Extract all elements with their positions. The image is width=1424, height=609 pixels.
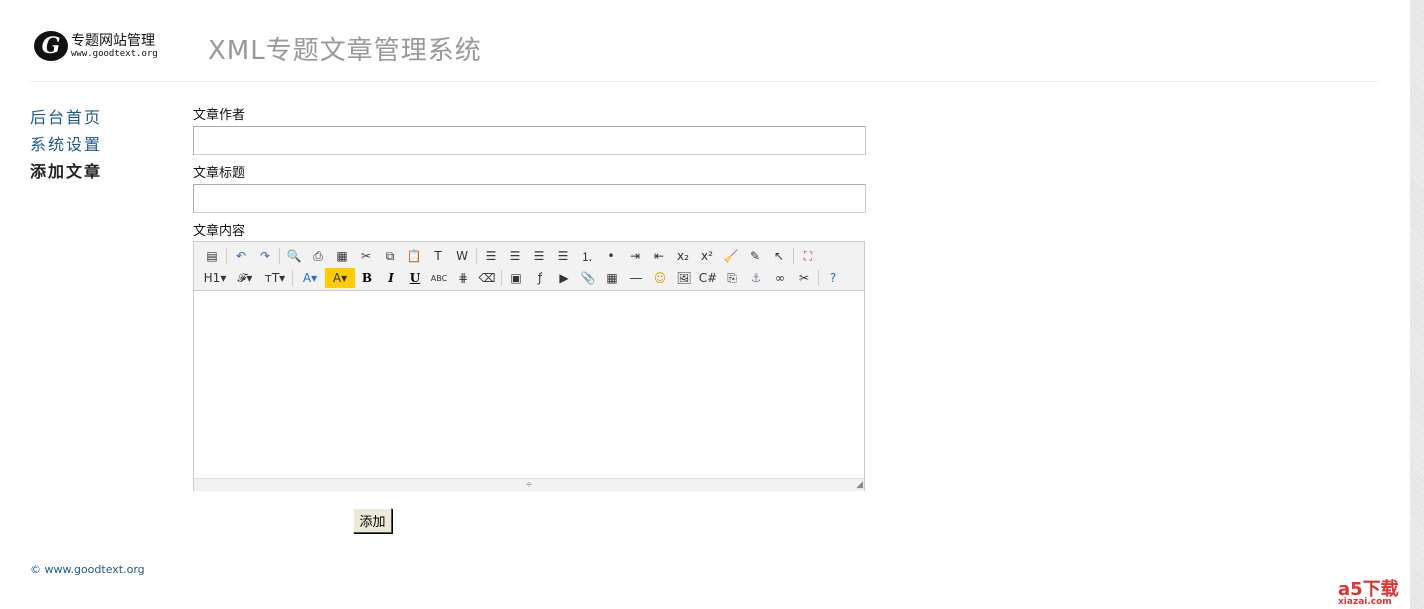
toolbar-separator bbox=[226, 248, 227, 264]
article-form: 文章作者 文章标题 文章内容 ▤ ↶ ↷ 🔍 ⎙ ▦ ✂ ⧉ 📋 T W ☰ ☰ ☰ ☰ ⒈ • ⇥ ⇤ x₂ x² 🧹 ✎… bbox=[193, 106, 866, 491]
toolbar-separator bbox=[279, 248, 280, 264]
anchor-icon[interactable]: ⚓ bbox=[744, 268, 768, 288]
toolbar-separator bbox=[793, 248, 794, 264]
unlink-icon[interactable]: ✂ bbox=[792, 268, 816, 288]
bold-icon[interactable]: B bbox=[355, 268, 379, 288]
outdent-icon[interactable]: ⇤ bbox=[647, 246, 671, 266]
select-icon[interactable]: ↖ bbox=[767, 246, 791, 266]
highlight-icon[interactable]: A▾ bbox=[325, 268, 355, 288]
nav-add-article[interactable]: 添加文章 bbox=[30, 158, 102, 185]
header-divider bbox=[30, 81, 1378, 82]
link-icon[interactable]: ∞ bbox=[768, 268, 792, 288]
superscript-icon[interactable]: x² bbox=[695, 246, 719, 266]
title-input[interactable] bbox=[193, 184, 866, 213]
select-all-icon[interactable]: ▦ bbox=[330, 246, 354, 266]
heading-icon[interactable]: H1▾ bbox=[200, 268, 230, 288]
fullscreen-icon[interactable]: ⛶ bbox=[796, 246, 820, 266]
cut-icon[interactable]: ✂ bbox=[354, 246, 378, 266]
add-button[interactable]: 添加 bbox=[353, 508, 392, 533]
redo-icon[interactable]: ↷ bbox=[253, 246, 277, 266]
remove-format-icon[interactable]: ⌫ bbox=[475, 268, 499, 288]
title-label: 文章标题 bbox=[193, 166, 246, 181]
flash-icon[interactable]: ƒ bbox=[528, 268, 552, 288]
author-input[interactable] bbox=[193, 126, 866, 155]
align-right-icon[interactable]: ☰ bbox=[527, 246, 551, 266]
watermark-logo: a5下载 xiazai.com bbox=[1338, 579, 1399, 607]
logo-url: www.goodtext.org bbox=[71, 48, 158, 59]
footer-copyright[interactable]: © www.goodtext.org bbox=[30, 563, 145, 576]
page-break-icon[interactable]: ⎘ bbox=[720, 268, 744, 288]
indent-icon[interactable]: ⇥ bbox=[623, 246, 647, 266]
toolbar-separator bbox=[818, 270, 819, 286]
paste-icon[interactable]: 📋 bbox=[402, 246, 426, 266]
resize-icon[interactable]: ÷ bbox=[525, 480, 533, 490]
content-label: 文章内容 bbox=[193, 224, 246, 239]
font-size-icon[interactable]: тT▾ bbox=[260, 268, 290, 288]
sidebar-nav: 后台首页 系统设置 添加文章 bbox=[30, 104, 102, 185]
undo-icon[interactable]: ↶ bbox=[229, 246, 253, 266]
italic-icon[interactable]: I bbox=[379, 268, 403, 288]
toolbar-row-2: H1▾ 𝓕▾ тT▾ A▾ A▾ B I U ABC ⋕ ⌫ ▣ ƒ ▶ 📎 ▦ ― ☺ 🖼 C# ⎘ ⚓ ∞ ✂? bbox=[200, 267, 858, 289]
help-icon[interactable]: ? bbox=[821, 268, 845, 288]
paste-word-icon[interactable]: W bbox=[450, 246, 474, 266]
print-icon[interactable]: ⎙ bbox=[306, 246, 330, 266]
line-height-icon[interactable]: ⋕ bbox=[451, 268, 475, 288]
font-color-icon[interactable]: A▾ bbox=[295, 268, 325, 288]
page-title: XML专题文章管理系统 bbox=[208, 36, 482, 66]
copy-icon[interactable]: ⧉ bbox=[378, 246, 402, 266]
attachment-icon[interactable]: 📎 bbox=[576, 268, 600, 288]
select-all-text-icon[interactable]: ✎ bbox=[743, 246, 767, 266]
toolbar-separator bbox=[501, 270, 502, 286]
editor-resize-bar[interactable]: ÷ ◢ bbox=[194, 478, 864, 491]
preview-icon[interactable]: 🔍 bbox=[282, 246, 306, 266]
table-icon[interactable]: ▦ bbox=[600, 268, 624, 288]
nav-home[interactable]: 后台首页 bbox=[30, 108, 102, 127]
nav-settings[interactable]: 系统设置 bbox=[30, 135, 102, 154]
code-icon[interactable]: C# bbox=[696, 268, 720, 288]
toolbar-row-1: ▤ ↶ ↷ 🔍 ⎙ ▦ ✂ ⧉ 📋 T W ☰ ☰ ☰ ☰ ⒈ • ⇥ ⇤ x₂ x² 🧹 ✎ ↖ ⛶ bbox=[200, 245, 858, 267]
align-left-icon[interactable]: ☰ bbox=[479, 246, 503, 266]
resize-grip-icon[interactable]: ◢ bbox=[856, 479, 863, 491]
font-family-icon[interactable]: 𝓕▾ bbox=[230, 268, 260, 288]
editor-toolbar: ▤ ↶ ↷ 🔍 ⎙ ▦ ✂ ⧉ 📋 T W ☰ ☰ ☰ ☰ ⒈ • ⇥ ⇤ x₂ x² 🧹 ✎ ↖ ⛶ H1▾ 𝓕▾ тT▾ A▾ A▾… bbox=[194, 242, 864, 291]
toolbar-separator bbox=[292, 270, 293, 286]
unordered-list-icon[interactable]: • bbox=[599, 246, 623, 266]
hr-icon[interactable]: ― bbox=[624, 268, 648, 288]
paste-text-icon[interactable]: T bbox=[426, 246, 450, 266]
rich-text-editor: ▤ ↶ ↷ 🔍 ⎙ ▦ ✂ ⧉ 📋 T W ☰ ☰ ☰ ☰ ⒈ • ⇥ ⇤ x₂ x² 🧹 ✎ ↖ ⛶ H1▾ 𝓕▾ тT▾ A▾ A▾… bbox=[193, 241, 865, 491]
justify-icon[interactable]: ☰ bbox=[551, 246, 575, 266]
ordered-list-icon[interactable]: ⒈ bbox=[575, 246, 599, 266]
media-icon[interactable]: ▶ bbox=[552, 268, 576, 288]
logo-text: 专题网站管理 bbox=[71, 32, 155, 49]
source-icon[interactable]: ▤ bbox=[200, 246, 224, 266]
subscript-icon[interactable]: x₂ bbox=[671, 246, 695, 266]
image-map-icon[interactable]: 🖼 bbox=[672, 268, 696, 288]
vertical-scrollbar[interactable] bbox=[1410, 0, 1424, 609]
insert-image-icon[interactable]: ▣ bbox=[504, 268, 528, 288]
author-label: 文章作者 bbox=[193, 108, 246, 123]
emoticon-icon[interactable]: ☺ bbox=[648, 268, 672, 288]
logo[interactable]: G 专题网站管理 www.goodtext.org bbox=[34, 31, 158, 61]
editor-content-area[interactable] bbox=[194, 291, 864, 478]
logo-icon: G bbox=[34, 31, 68, 61]
clear-format-icon[interactable]: 🧹 bbox=[719, 246, 743, 266]
strikethrough-icon[interactable]: ABC bbox=[427, 268, 451, 288]
toolbar-separator bbox=[476, 248, 477, 264]
align-center-icon[interactable]: ☰ bbox=[503, 246, 527, 266]
underline-icon[interactable]: U bbox=[403, 268, 427, 288]
